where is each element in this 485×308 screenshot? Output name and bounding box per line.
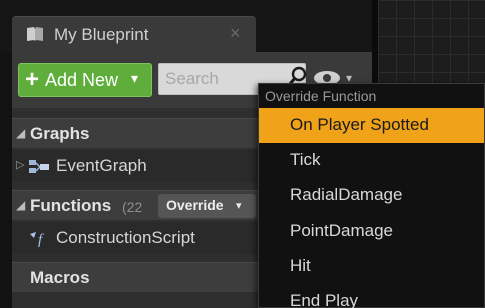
override-label: Override: [166, 197, 224, 213]
construction-script-label: ConstructionScript: [56, 228, 195, 247]
section-functions-label: Functions: [30, 196, 112, 215]
event-graph-label: EventGraph: [56, 156, 147, 175]
chevron-down-icon: ▾: [131, 70, 139, 86]
expand-arrow-icon[interactable]: ▷: [16, 158, 24, 171]
section-graphs-label: Graphs: [30, 124, 90, 143]
plus-icon: +: [25, 66, 40, 93]
event-graph-icon: [29, 160, 49, 173]
close-icon[interactable]: ×: [230, 23, 241, 44]
override-button[interactable]: Override ▾: [158, 194, 256, 218]
collapse-caret-icon: ◢: [16, 198, 26, 212]
menu-item-label: Hit: [290, 256, 311, 275]
tab-my-blueprint[interactable]: My Blueprint ×: [12, 16, 256, 52]
book-icon: [27, 27, 43, 41]
blueprint-editor-window: My Blueprint × + Add New ▾ ▾ ◢ Gr: [0, 0, 485, 308]
menu-item-label: RadialDamage: [290, 185, 403, 204]
functions-count: (22: [122, 199, 143, 215]
menu-item-on-player-spotted[interactable]: On Player Spotted: [259, 108, 484, 143]
function-icon: f: [30, 232, 44, 247]
menu-item-hit[interactable]: Hit: [259, 249, 484, 284]
menu-item-radial-damage[interactable]: RadialDamage: [259, 178, 484, 213]
menu-item-tick[interactable]: Tick: [259, 143, 484, 178]
chevron-down-icon: ▾: [236, 200, 242, 212]
add-new-label: Add New: [45, 70, 119, 90]
tab-title: My Blueprint: [54, 25, 149, 44]
menu-item-label: End Play: [290, 291, 359, 308]
menu-item-end-play[interactable]: End Play: [259, 284, 484, 308]
menu-item-label: Tick: [290, 150, 321, 169]
override-function-menu: Override Function On Player Spotted Tick…: [258, 83, 485, 308]
collapse-caret-icon: ◢: [16, 126, 26, 140]
menu-item-label: PointDamage: [290, 221, 394, 240]
section-macros-label: Macros: [30, 268, 90, 287]
add-new-button[interactable]: + Add New ▾: [18, 63, 152, 97]
tab-strip: My Blueprint ×: [0, 0, 372, 52]
svg-text:f: f: [38, 232, 44, 247]
menu-item-label: On Player Spotted: [290, 115, 429, 134]
menu-header: Override Function: [265, 88, 377, 104]
menu-item-point-damage[interactable]: PointDamage: [259, 214, 484, 249]
